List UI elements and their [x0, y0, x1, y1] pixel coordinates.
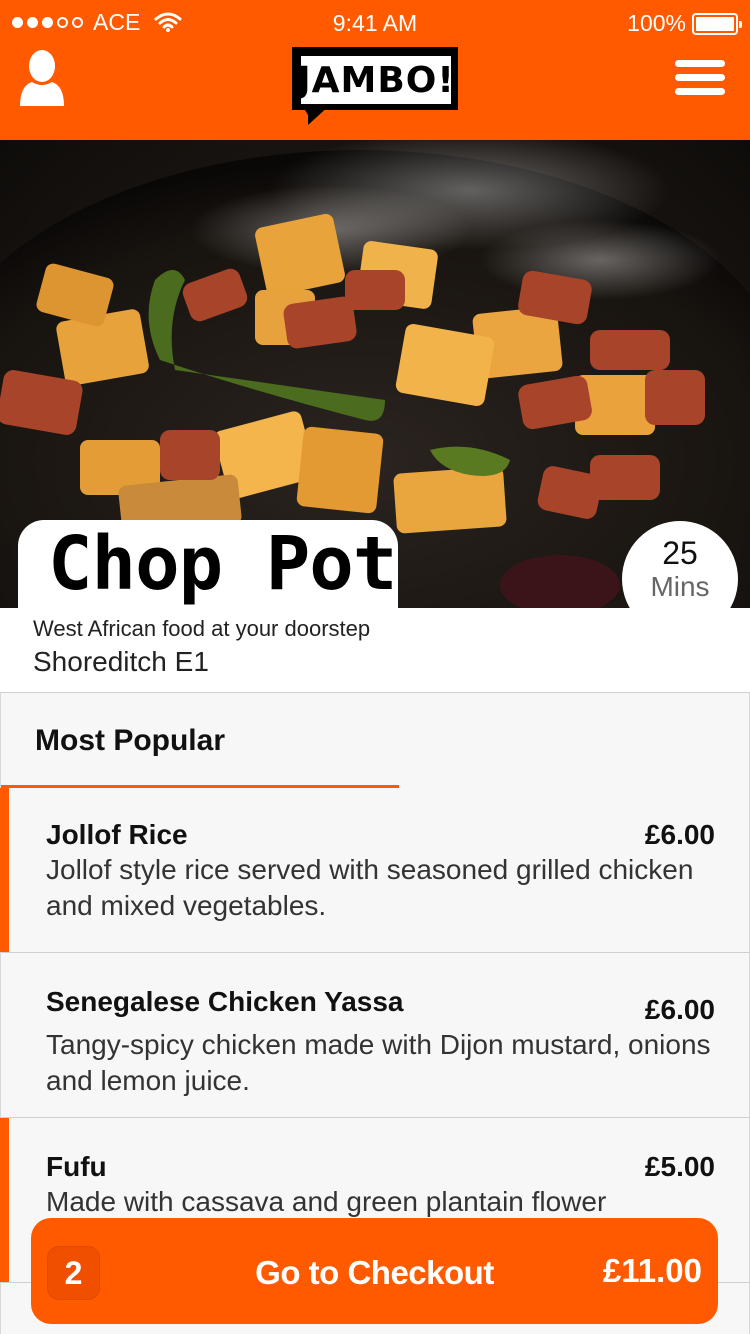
top-bar: ACE 9:41 AM 100% JAMBO! [0, 0, 750, 140]
app-logo: JAMBO! [292, 47, 458, 127]
checkout-button[interactable]: 2 Go to Checkout £11.00 [31, 1218, 718, 1324]
menu-icon[interactable] [675, 60, 725, 96]
checkout-total: £11.00 [602, 1252, 702, 1289]
delivery-time-value: 25 [662, 535, 698, 571]
section-header: Most Popular [1, 693, 749, 788]
section-title: Most Popular [35, 724, 226, 757]
battery-icon [692, 12, 742, 35]
menu-item-name: Senegalese Chicken Yassa [46, 986, 404, 1017]
menu-item-name: Jollof Rice [46, 819, 188, 850]
menu-item-description: Made with cassava and green plantain flo… [46, 1186, 607, 1217]
menu-item-price: £6.00 [644, 994, 715, 1025]
restaurant-name: Chop Pot [48, 521, 397, 607]
status-bar: ACE 9:41 AM 100% [0, 0, 750, 44]
menu-item-description: Tangy-spicy chicken made with Dijon must… [46, 1029, 711, 1096]
menu-item-jollof-rice[interactable]: Jollof Rice £6.00 Jollof style rice serv… [0, 788, 749, 953]
speech-tail-icon [302, 105, 330, 125]
menu-item-name: Fufu [46, 1151, 107, 1182]
logo-text: JAMBO! [297, 56, 454, 104]
battery-percent: 100% [627, 10, 686, 36]
restaurant-title-card: Chop Pot [18, 520, 398, 620]
menu-item-price: £6.00 [644, 819, 715, 850]
menu-item-chicken-yassa[interactable]: Senegalese Chicken Yassa £6.00 Tangy-spi… [1, 953, 749, 1118]
restaurant-info: West African food at your doorstep Shore… [0, 608, 750, 692]
menu-item-price: £5.00 [644, 1151, 715, 1182]
battery-indicator: 100% [627, 10, 742, 37]
user-icon[interactable] [20, 48, 64, 106]
restaurant-tagline: West African food at your doorstep [33, 616, 371, 641]
delivery-time-unit: Mins [650, 571, 710, 602]
restaurant-location: Shoreditch E1 [33, 646, 209, 677]
menu-item-description: Jollof style rice served with seasoned g… [46, 854, 694, 921]
